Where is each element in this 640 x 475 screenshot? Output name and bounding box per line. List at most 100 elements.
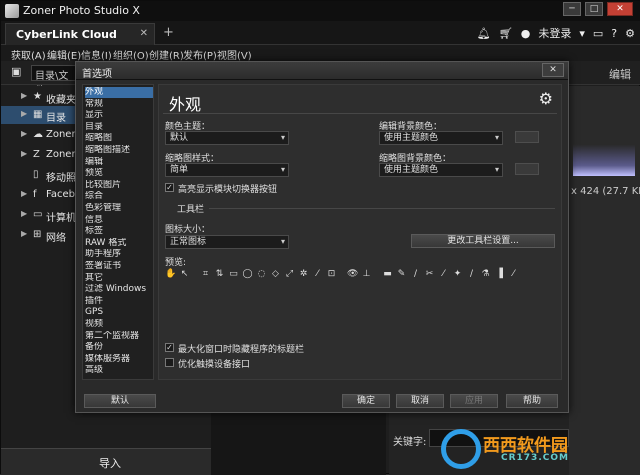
category-item[interactable]: 高级 bbox=[85, 365, 153, 376]
user-icon[interactable]: ● bbox=[521, 27, 531, 40]
category-item[interactable]: 外观 bbox=[85, 87, 153, 98]
catalog-icon: ▦ bbox=[33, 109, 43, 120]
menu-create[interactable]: 创建(R) bbox=[149, 47, 184, 62]
nav-label: 收藏夹 bbox=[46, 95, 76, 106]
cart-icon[interactable]: 🛒︎ bbox=[499, 27, 513, 40]
highlight-checkbox[interactable]: ✓ bbox=[165, 183, 174, 192]
expand-icon[interactable]: ▶ bbox=[21, 209, 27, 218]
import-button[interactable]: 导入 bbox=[1, 448, 211, 474]
gear-icon[interactable]: ⚙ bbox=[625, 27, 635, 40]
expand-icon[interactable]: ▶ bbox=[21, 91, 27, 100]
category-item[interactable]: 信息 bbox=[85, 215, 153, 226]
minimize-button[interactable]: ─ bbox=[563, 2, 581, 16]
icon-size-select[interactable]: 正常图标 ▾ bbox=[165, 235, 289, 249]
preferences-dialog: 首选项 ✕ 外观 常规 显示 目录 缩略图 缩略图描述 编辑 预览 比较图片 综合 色彩管理 信息 标签… bbox=[75, 61, 569, 413]
category-item[interactable]: 预览 bbox=[85, 168, 153, 179]
chevron-down-icon: ▾ bbox=[280, 237, 285, 246]
nav-computer[interactable]: ▶ ▭ 计算机 bbox=[1, 206, 76, 224]
menu-acquire[interactable]: 获取(A) bbox=[11, 47, 46, 62]
chevron-down-icon: ▾ bbox=[280, 133, 285, 142]
nav-mobile-photos[interactable]: ▯ 移动照 bbox=[1, 166, 76, 184]
edit-bg-swatch[interactable] bbox=[515, 131, 539, 143]
category-item[interactable]: 助手程序 bbox=[85, 249, 153, 260]
category-item[interactable]: 插件 bbox=[85, 296, 153, 307]
settings-content: 外观 ⚙ 颜色主题： 默认 ▾ 编辑背景颜色： 使用主题颜色 ▾ 缩略图样式： … bbox=[158, 84, 562, 380]
top-right-icons: 🔔︎ 🛒︎ ● 未登录 ▾ ▭ ? ⚙ bbox=[477, 25, 635, 41]
tool-preview-icon: ∕ bbox=[469, 269, 474, 279]
expand-icon[interactable]: ▶ bbox=[21, 189, 27, 198]
category-item[interactable]: 标签 bbox=[85, 226, 153, 237]
touch-checkbox[interactable] bbox=[165, 358, 174, 367]
tab-close-icon[interactable]: ✕ bbox=[140, 28, 148, 39]
nav-catalog[interactable]: ▶ ▦ 目录 bbox=[1, 106, 75, 124]
change-toolbar-button[interactable]: 更改工具栏设置... bbox=[411, 234, 555, 248]
category-item[interactable]: 备份 bbox=[85, 342, 153, 353]
help-icon[interactable]: ? bbox=[611, 27, 617, 40]
menu-edit[interactable]: 编辑(E) bbox=[47, 47, 81, 62]
category-item[interactable]: GPS bbox=[85, 307, 153, 318]
tab-edit[interactable]: 编辑 bbox=[609, 66, 631, 82]
close-button[interactable]: ✕ bbox=[607, 2, 633, 16]
bell-icon[interactable]: 🔔︎ bbox=[477, 27, 491, 40]
apply-button[interactable]: 应用 bbox=[450, 394, 498, 408]
nav-favorites[interactable]: ▶ ★ 收藏夹 bbox=[1, 88, 76, 106]
right-info-panel: x 424 (27.7 KB) bbox=[569, 86, 640, 475]
expand-icon[interactable]: ▶ bbox=[21, 149, 27, 158]
category-item[interactable]: 媒体服务器 bbox=[85, 354, 153, 365]
folder-icon[interactable]: ▣ bbox=[11, 65, 21, 78]
window-title: Zoner Photo Studio X bbox=[23, 4, 140, 17]
expand-icon[interactable]: ▶ bbox=[21, 129, 27, 138]
chevron-down-icon[interactable]: ▾ bbox=[579, 27, 585, 40]
filmstrip-area bbox=[211, 413, 386, 475]
thumb-style-select[interactable]: 简单 ▾ bbox=[165, 163, 289, 177]
path-field[interactable]: 目录\文件 bbox=[31, 65, 81, 97]
gear-icon[interactable]: ⚙ bbox=[539, 89, 553, 108]
expand-icon[interactable]: ▶ bbox=[21, 109, 27, 118]
menu-bar: 获取(A) 编辑(E) 信息(I) 组织(O) 创建(R) 发布(P) 视图(V… bbox=[1, 45, 640, 62]
maximize-button[interactable]: □ bbox=[585, 2, 603, 16]
menu-info[interactable]: 信息(I) bbox=[81, 47, 112, 62]
help-button[interactable]: 帮助 bbox=[506, 394, 558, 408]
category-item[interactable]: 第二个监视器 bbox=[85, 331, 153, 342]
category-item[interactable]: 其它 bbox=[85, 273, 153, 284]
monitor-icon[interactable]: ▭ bbox=[593, 27, 603, 40]
thumb-bg-select[interactable]: 使用主题颜色 ▾ bbox=[379, 163, 503, 177]
category-item[interactable]: 视频 bbox=[85, 319, 153, 330]
category-item[interactable]: 显示 bbox=[85, 110, 153, 121]
category-item[interactable]: 过滤 Windows bbox=[85, 284, 153, 295]
menu-view[interactable]: 视图(V) bbox=[217, 47, 252, 62]
menu-organize[interactable]: 组织(O) bbox=[113, 47, 149, 62]
nav-facebook[interactable]: ▶ f Faceb bbox=[1, 186, 75, 204]
tool-preview-icon: ✲ bbox=[299, 269, 308, 279]
category-item[interactable]: 目录 bbox=[85, 122, 153, 133]
maximize-label: 最大化窗口时隐藏程序的标题栏 bbox=[178, 345, 305, 355]
category-list: 外观 常规 显示 目录 缩略图 缩略图描述 编辑 预览 比较图片 综合 色彩管理 信息 标签 RAW 格式… bbox=[82, 84, 154, 380]
category-item[interactable]: 综合 bbox=[85, 191, 153, 202]
category-item[interactable]: 缩略图 bbox=[85, 133, 153, 144]
category-item[interactable]: 编辑 bbox=[85, 157, 153, 168]
select-value: 正常图标 bbox=[170, 237, 207, 247]
expand-icon[interactable]: ▶ bbox=[21, 229, 27, 238]
nav-network[interactable]: ▶ ⊞ 网络 bbox=[1, 226, 75, 244]
category-item[interactable]: 比较图片 bbox=[85, 180, 153, 191]
login-status[interactable]: 未登录 bbox=[538, 25, 571, 41]
default-button[interactable]: 默认 bbox=[84, 394, 156, 408]
category-item[interactable]: RAW 格式 bbox=[85, 238, 153, 249]
category-item[interactable]: 色彩管理 bbox=[85, 203, 153, 214]
ok-button[interactable]: 确定 bbox=[342, 394, 390, 408]
dialog-close-button[interactable]: ✕ bbox=[542, 63, 564, 77]
color-theme-select[interactable]: 默认 ▾ bbox=[165, 131, 289, 145]
edit-bg-select[interactable]: 使用主题颜色 ▾ bbox=[379, 131, 503, 145]
new-tab-button[interactable]: + bbox=[163, 25, 174, 40]
tab-cyberlink-cloud[interactable]: CyberLink Cloud ✕ bbox=[5, 23, 155, 45]
category-item[interactable]: 常规 bbox=[85, 99, 153, 110]
cancel-button[interactable]: 取消 bbox=[396, 394, 444, 408]
category-item[interactable]: 缩略图描述 bbox=[85, 145, 153, 156]
tool-preview-icon: ⁄ bbox=[316, 269, 319, 279]
thumb-bg-swatch[interactable] bbox=[515, 163, 539, 175]
category-item[interactable]: 签署证书 bbox=[85, 261, 153, 272]
maximize-checkbox[interactable]: ✓ bbox=[165, 343, 174, 352]
menu-publish[interactable]: 发布(P) bbox=[183, 47, 217, 62]
nav-zoner-cloud[interactable]: ▶ ☁ Zoner bbox=[1, 126, 76, 144]
nav-zoner[interactable]: ▶ Z Zoner bbox=[1, 146, 76, 164]
